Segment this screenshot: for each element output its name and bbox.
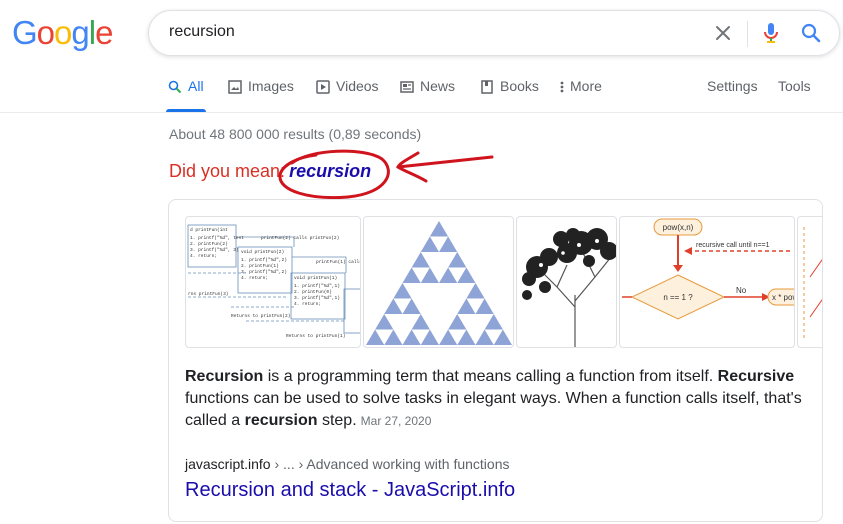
settings-link[interactable]: Settings bbox=[707, 78, 758, 112]
tab-label: More bbox=[570, 78, 602, 94]
svg-text:Returns to printFun(2): Returns to printFun(2) bbox=[231, 313, 290, 319]
logo-letter: o bbox=[54, 14, 72, 51]
more-vert-icon bbox=[560, 80, 564, 97]
search-tabs: All Images Videos News Books More Settin… bbox=[160, 78, 843, 112]
tab-news[interactable]: News bbox=[400, 78, 455, 112]
tab-videos[interactable]: Videos bbox=[316, 78, 379, 112]
divider bbox=[747, 21, 748, 47]
tab-all[interactable]: All bbox=[166, 78, 206, 112]
voice-search-button[interactable] bbox=[759, 21, 783, 45]
svg-text:1. printf("%d",1): 1. printf("%d",1) bbox=[294, 283, 340, 289]
svg-text:3. printf("%d",2): 3. printf("%d",2) bbox=[241, 269, 287, 275]
logo-letter: o bbox=[36, 14, 55, 51]
tab-images[interactable]: Images bbox=[228, 78, 294, 112]
result-stats: About 48 800 000 results (0,89 seconds) bbox=[169, 126, 422, 142]
thumbnail-fractal-tree[interactable] bbox=[516, 216, 617, 348]
svg-text:d printFun(int: d printFun(int bbox=[190, 227, 228, 233]
flow-label: x * pow bbox=[772, 293, 795, 302]
svg-text:4. return;: 4. return; bbox=[190, 253, 217, 259]
snippet-text: is a programming term that means calling… bbox=[263, 368, 718, 385]
tab-label: Images bbox=[248, 78, 294, 94]
book-icon bbox=[480, 80, 494, 97]
svg-text:2. printFun(0): 2. printFun(0) bbox=[294, 289, 332, 295]
svg-text:printFun(2) calls printFun(2): printFun(2) calls printFun(2) bbox=[261, 235, 339, 241]
svg-text:4. return;: 4. return; bbox=[294, 301, 321, 307]
news-icon bbox=[400, 80, 414, 97]
did-you-mean-label: Did you mean: bbox=[169, 161, 286, 181]
divider bbox=[0, 112, 843, 113]
svg-text:1. printf("%d",2): 1. printf("%d",2) bbox=[241, 257, 287, 263]
result-snippet: Recursion is a programming term that mea… bbox=[185, 366, 810, 432]
snippet-date: Mar 27, 2020 bbox=[360, 414, 432, 428]
svg-text:4. return;: 4. return; bbox=[241, 275, 268, 281]
image-icon bbox=[228, 80, 242, 97]
google-logo[interactable]: Google bbox=[12, 14, 113, 52]
search-icon bbox=[168, 80, 182, 97]
svg-text:2. printFun(2): 2. printFun(2) bbox=[190, 241, 228, 247]
tab-more[interactable]: More bbox=[560, 78, 602, 112]
thumbnail-code-diagram[interactable]: d printFun(int 1. printf("%d", test 2. pri… bbox=[185, 216, 361, 348]
svg-text:rns printFun(3): rns printFun(3) bbox=[188, 291, 229, 297]
search-box[interactable]: recursion bbox=[148, 10, 840, 56]
logo-letter: g bbox=[71, 14, 89, 51]
result-url[interactable]: javascript.info › ... › Advanced working… bbox=[185, 456, 509, 472]
snippet-bold: Recursive bbox=[717, 368, 795, 385]
search-icon bbox=[801, 23, 821, 43]
result-path: › ... › Advanced working with functions bbox=[270, 456, 510, 472]
tab-label: Videos bbox=[336, 78, 379, 94]
result-title-link[interactable]: Recursion and stack - JavaScript.info bbox=[185, 479, 515, 502]
svg-text:printFun(1) calls printFun(0): printFun(1) calls printFun(0) bbox=[316, 259, 361, 265]
svg-text:1. printf("%d", test: 1. printf("%d", test bbox=[190, 235, 244, 241]
thumbnail-flowchart[interactable]: pow(x,n) n == 1 ? No x * pow recursive c… bbox=[619, 216, 795, 348]
close-icon bbox=[716, 26, 730, 40]
featured-result-card: d printFun(int 1. printf("%d", test 2. pri… bbox=[168, 199, 823, 522]
search-button[interactable] bbox=[799, 21, 823, 45]
tools-link[interactable]: Tools bbox=[778, 78, 811, 112]
svg-text:3. printf("%d",1): 3. printf("%d",1) bbox=[294, 295, 340, 301]
clear-button[interactable] bbox=[711, 21, 735, 45]
flow-label: recursive call until n==1 bbox=[696, 242, 770, 249]
spelling-suggestion-link[interactable]: recursion bbox=[289, 161, 371, 181]
logo-letter: G bbox=[12, 14, 38, 51]
snippet-bold: recursion bbox=[244, 412, 318, 429]
snippet-bold: Recursion bbox=[185, 368, 264, 385]
result-domain: javascript.info bbox=[185, 456, 271, 472]
tab-label: Books bbox=[500, 78, 539, 94]
search-input[interactable]: recursion bbox=[169, 23, 235, 41]
flow-label: n == 1 ? bbox=[663, 293, 693, 302]
tab-label: News bbox=[420, 78, 456, 94]
microphone-icon bbox=[764, 23, 778, 43]
flow-label: pow(x,n) bbox=[663, 223, 694, 232]
logo-letter: e bbox=[95, 14, 113, 51]
flow-label: No bbox=[736, 286, 747, 295]
svg-text:void printFun(1): void printFun(1) bbox=[294, 275, 337, 281]
thumbnail-sierpinski-triangle[interactable] bbox=[363, 216, 514, 348]
video-icon bbox=[316, 80, 330, 97]
svg-text:Returns to printFun(1): Returns to printFun(1) bbox=[286, 333, 345, 339]
did-you-mean: Did you mean: recursion bbox=[169, 161, 371, 182]
svg-text:2. printFun(1): 2. printFun(1) bbox=[241, 263, 279, 269]
tab-label: All bbox=[188, 78, 204, 94]
svg-text:3. printf("%d", 3): 3. printf("%d", 3) bbox=[190, 247, 239, 253]
svg-text:void printFun(2): void printFun(2) bbox=[241, 249, 284, 255]
tab-books[interactable]: Books bbox=[480, 78, 539, 112]
snippet-text: step. bbox=[317, 412, 357, 429]
thumbnail-partial[interactable] bbox=[797, 216, 822, 348]
